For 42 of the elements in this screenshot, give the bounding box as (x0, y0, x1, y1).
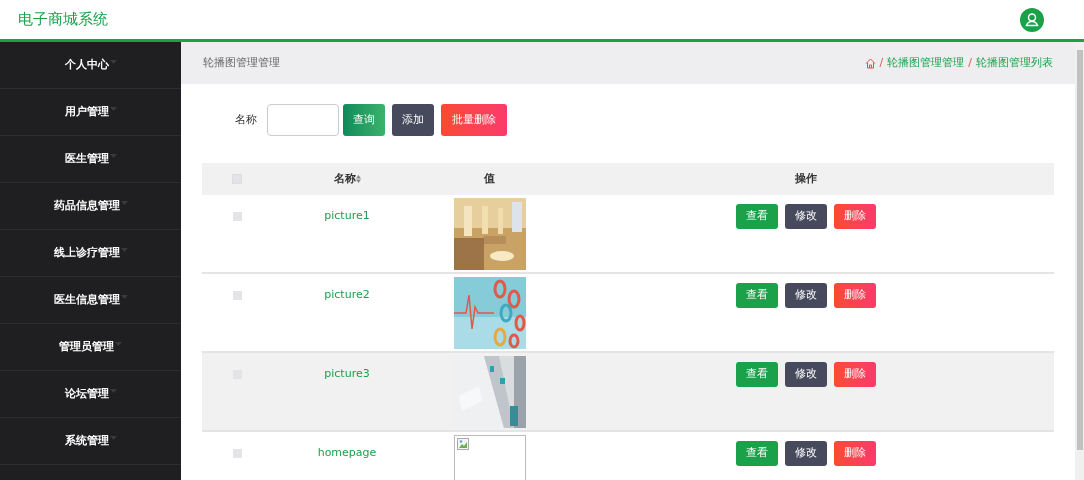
column-header[interactable]: 名称 (333, 170, 356, 188)
name-search-field[interactable] (267, 104, 339, 136)
breadcrumb-separator: / (968, 54, 972, 71)
table-cell: picture3 (324, 366, 370, 380)
row-checkbox[interactable] (232, 212, 242, 221)
breadcrumb-separator: / (879, 54, 884, 71)
delete-button[interactable]: 删除 (833, 283, 876, 308)
scrollbar[interactable] (1075, 42, 1084, 480)
edit-button[interactable]: 修改 (784, 204, 827, 229)
edit-button[interactable]: 修改 (784, 362, 827, 387)
sidebar-item[interactable]: 用户管理 (0, 89, 181, 136)
query-button[interactable]: 查询 (343, 104, 385, 136)
home-icon[interactable] (864, 57, 876, 69)
edit-button[interactable]: 修改 (784, 283, 827, 308)
sidebar-item[interactable]: 线上诊疗管理 (0, 230, 181, 277)
table-row[interactable]: picture2 查看 修改 删除 (202, 274, 1054, 353)
delete-button[interactable]: 删除 (833, 362, 876, 387)
sidebar-item[interactable]: 药品信息管理 (0, 183, 181, 230)
row-checkbox[interactable] (232, 291, 242, 300)
sidebar-item[interactable]: 管理员管理 (0, 324, 181, 371)
table-cell: picture2 (324, 287, 370, 301)
sidebar-item[interactable]: 医生管理 (0, 136, 181, 183)
broken-image-icon (456, 438, 469, 450)
delete-button[interactable]: 删除 (833, 441, 876, 466)
table-cell: homepage (317, 445, 377, 459)
sidebar-item[interactable]: 系统管理 (0, 418, 181, 465)
sidebar-item[interactable]: 医生信息管理 (0, 277, 181, 324)
row-checkbox[interactable] (232, 449, 242, 458)
sort-icon[interactable] (355, 175, 361, 183)
add-button[interactable]: 添加 (392, 104, 434, 136)
page-title: 轮播图管理管理 (203, 54, 280, 71)
edit-button[interactable]: 修改 (784, 441, 827, 466)
app-title: 电子商城系统 (18, 9, 108, 31)
sidebar-item[interactable]: 论坛管理 (0, 371, 181, 418)
user-avatar-icon[interactable] (1020, 7, 1044, 32)
search-label: 名称 (235, 111, 257, 128)
table-cell: picture1 (324, 208, 370, 222)
table-row[interactable]: picture1 查看 修改 删除 (202, 195, 1054, 274)
table-row[interactable]: picture3 查看 修改 删除 (202, 353, 1054, 432)
column-header: 操作 (794, 170, 817, 187)
column-header: 值 (484, 170, 495, 187)
delete-button[interactable]: 删除 (833, 204, 876, 229)
